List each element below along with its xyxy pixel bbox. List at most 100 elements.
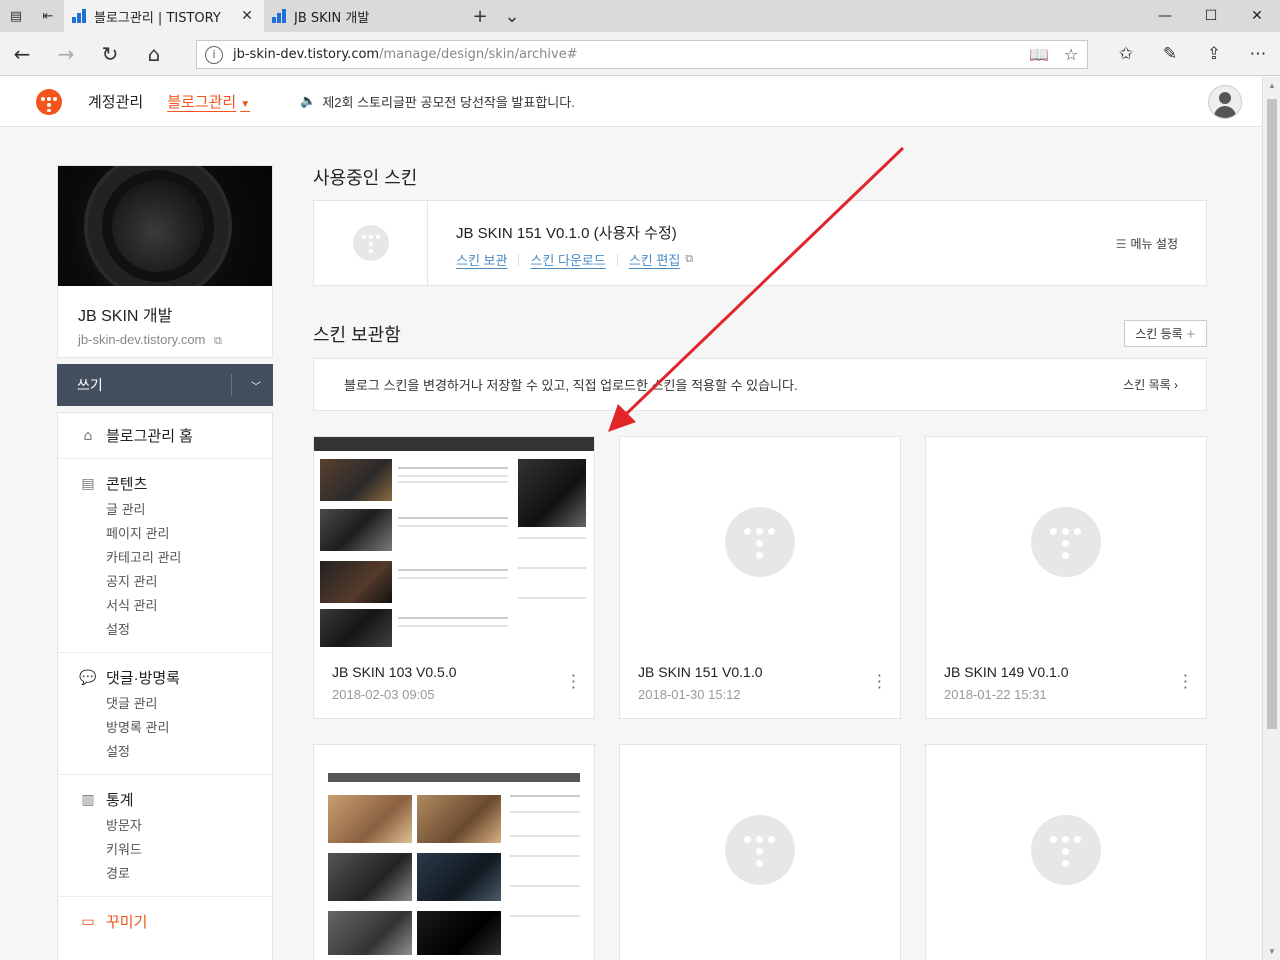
url-path: /manage/design/skin/archive#: [379, 47, 578, 62]
favorite-star-icon[interactable]: ☆: [1055, 45, 1087, 64]
current-skin-panel: JB SKIN 151 V0.1.0 (사용자 수정) 스킨 보관 스킨 다운로…: [313, 200, 1207, 286]
url-input[interactable]: i jb-skin-dev.tistory.com/manage/design/…: [196, 40, 1088, 69]
home-icon[interactable]: ⌂: [132, 32, 176, 76]
tab-manager-icon[interactable]: ▤: [0, 0, 32, 32]
sidebar-item-customize[interactable]: ▭ 꾸미기: [78, 911, 272, 932]
notice[interactable]: 🔈 제2회 스토리글판 공모전 당선작을 발표합니다.: [300, 92, 575, 111]
account-link[interactable]: 계정관리: [88, 91, 143, 112]
speech-bubble-icon: 💬: [79, 669, 97, 686]
blog-thumbnail[interactable]: [58, 166, 272, 286]
skin-139-preview-image: [314, 745, 594, 955]
sidebar-sub-keywords[interactable]: 키워드: [106, 842, 272, 858]
menu-settings-label: 메뉴 설정: [1130, 237, 1179, 251]
menu-settings-icon: ☰: [1115, 237, 1127, 251]
sidebar-sub-guestbook-manage[interactable]: 방명록 관리: [106, 720, 272, 736]
more-vertical-icon[interactable]: · · ·: [1183, 668, 1188, 696]
skin-thumbnail[interactable]: [620, 437, 900, 647]
scroll-down-icon[interactable]: ▼: [1263, 947, 1280, 956]
reading-view-icon[interactable]: 📖: [1023, 45, 1055, 64]
back-icon[interactable]: ←: [0, 32, 44, 76]
blog-name[interactable]: JB SKIN 개발: [78, 302, 272, 326]
sidebar-item-stats[interactable]: ▥ 통계: [78, 789, 272, 810]
favorites-hub-icon[interactable]: ✩: [1104, 32, 1148, 76]
chevron-right-icon: ›: [1174, 378, 1178, 392]
browser-tab-bar: ▤ ⇤ 블로그관리 | TISTORY ✕ JB SKIN 개발 + ⌄ — ☐…: [0, 0, 1280, 32]
sidebar-sub-category-manage[interactable]: 카테고리 관리: [106, 550, 272, 566]
skin-card[interactable]: [619, 744, 901, 960]
skin-register-button[interactable]: 스킨 등록 +: [1124, 320, 1207, 347]
write-button[interactable]: 쓰기 ﹀: [57, 364, 273, 406]
skin-list-label: 스킨 목록: [1123, 378, 1171, 392]
menu-settings-button[interactable]: ☰ 메뉴 설정: [1116, 235, 1178, 252]
skin-edit-link[interactable]: 스킨 편집: [629, 250, 680, 269]
skin-card[interactable]: JB SKIN 149 V0.1.0 2018-01-22 15:31 · · ·: [925, 436, 1207, 719]
sidebar-item-comments[interactable]: 💬 댓글·방명록: [78, 667, 272, 688]
skin-archive-title: 스킨 보관함: [313, 325, 401, 345]
sidebar-sub-post-manage[interactable]: 글 관리: [106, 502, 272, 518]
blog-manage-label: 블로그관리: [167, 94, 237, 111]
skin-103-preview-image: [314, 437, 594, 647]
more-vertical-icon[interactable]: · · ·: [571, 668, 576, 696]
skin-card[interactable]: [925, 744, 1207, 960]
blog-card: JB SKIN 개발 jb-skin-dev.tistory.com ⧉: [57, 165, 273, 358]
sidebar-sub-template-manage[interactable]: 서식 관리: [106, 598, 272, 614]
sidebar-sub-comment-manage[interactable]: 댓글 관리: [106, 696, 272, 712]
page-scrollbar[interactable]: ▲ ▼: [1262, 77, 1280, 960]
sidebar-sub-notice-manage[interactable]: 공지 관리: [106, 574, 272, 590]
skin-date: 2018-01-22 15:31: [944, 687, 1047, 702]
minimize-icon[interactable]: —: [1142, 0, 1188, 32]
current-skin-title: 사용중인 스킨: [313, 168, 418, 188]
blog-url[interactable]: jb-skin-dev.tistory.com ⧉: [78, 332, 272, 348]
more-vertical-icon[interactable]: · · ·: [877, 668, 882, 696]
more-icon[interactable]: ⋯: [1236, 32, 1280, 76]
layout-icon: ▭: [81, 913, 95, 930]
skin-download-link[interactable]: 스킨 다운로드: [530, 250, 605, 269]
chevron-down-icon[interactable]: ⌄: [496, 0, 528, 32]
sidebar-item-contents[interactable]: ▤ 콘텐츠: [78, 473, 272, 494]
sidebar-item-label: 블로그관리 홈: [106, 428, 193, 445]
tab-blog-manage[interactable]: 블로그관리 | TISTORY ✕: [64, 0, 264, 32]
skin-thumbnail[interactable]: [926, 437, 1206, 647]
sidebar-item-blog-home[interactable]: ⌂ 블로그관리 홈: [78, 425, 272, 446]
external-link-icon: ⧉: [214, 335, 222, 347]
scroll-thumb[interactable]: [1267, 99, 1277, 729]
tab-jb-skin[interactable]: JB SKIN 개발: [264, 0, 464, 32]
share-icon[interactable]: ⇪: [1192, 32, 1236, 76]
info-icon[interactable]: i: [205, 45, 223, 64]
blog-url-text: jb-skin-dev.tistory.com: [78, 332, 206, 347]
skin-card[interactable]: JB SKIN 103 V0.5.0 2018-02-03 09:05 · · ·: [313, 436, 595, 719]
skin-card[interactable]: [313, 744, 595, 960]
sidebar-sub-referrers[interactable]: 경로: [106, 866, 272, 882]
blog-manage-link[interactable]: 블로그관리 ▼: [167, 91, 250, 112]
skin-thumbnail[interactable]: [314, 437, 594, 647]
sidebar-sub-visitors[interactable]: 방문자: [106, 818, 272, 834]
tistory-placeholder-icon: [725, 815, 795, 885]
maximize-icon[interactable]: ☐: [1188, 0, 1234, 32]
avatar[interactable]: [1208, 85, 1242, 119]
skin-card[interactable]: JB SKIN 151 V0.1.0 2018-01-30 15:12 · · ·: [619, 436, 901, 719]
tistory-placeholder-icon: [1031, 815, 1101, 885]
sidebar-sub-page-manage[interactable]: 페이지 관리: [106, 526, 272, 542]
sidebar-sub-contents-settings[interactable]: 설정: [106, 622, 272, 638]
window-close-icon[interactable]: ✕: [1234, 0, 1280, 32]
tistory-logo-icon[interactable]: [36, 88, 62, 115]
chevron-down-icon[interactable]: ﹀: [251, 378, 261, 393]
document-icon: ▤: [81, 475, 95, 492]
sidebar-sub-comment-settings[interactable]: 설정: [106, 744, 272, 760]
address-toolbar: ← → ↻ ⌂ i jb-skin-dev.tistory.com/manage…: [0, 32, 1280, 76]
pen-notes-icon[interactable]: ✎: [1148, 32, 1192, 76]
set-aside-tabs-icon[interactable]: ⇤: [32, 0, 64, 32]
skin-thumbnail[interactable]: [314, 745, 594, 955]
skin-thumbnail[interactable]: [620, 745, 900, 955]
close-icon[interactable]: ✕: [238, 8, 256, 24]
new-tab-icon[interactable]: +: [464, 0, 496, 32]
skin-list-link[interactable]: 스킨 목록 ›: [1123, 376, 1178, 393]
refresh-icon[interactable]: ↻: [88, 32, 132, 76]
caret-down-icon: ▼: [240, 99, 251, 110]
scroll-up-icon[interactable]: ▲: [1263, 81, 1280, 90]
skin-date: 2018-02-03 09:05: [332, 687, 435, 702]
forward-icon[interactable]: →: [44, 32, 88, 76]
skin-thumbnail[interactable]: [926, 745, 1206, 955]
skin-archive-link[interactable]: 스킨 보관: [456, 250, 507, 269]
skin-name: JB SKIN 149 V0.1.0: [944, 664, 1069, 680]
